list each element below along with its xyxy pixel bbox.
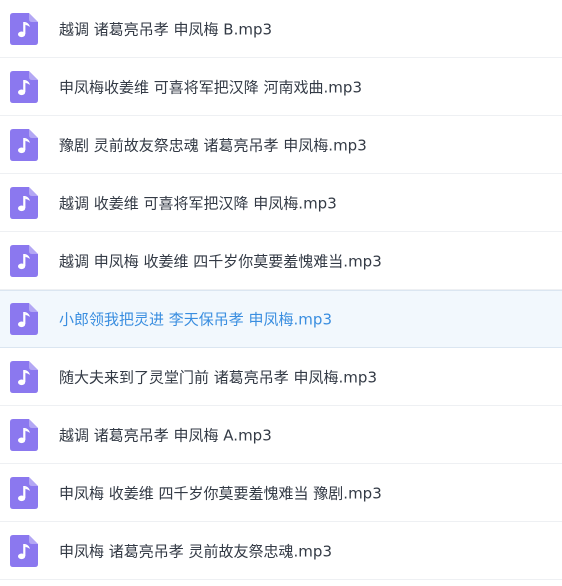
- music-file-icon: [10, 70, 38, 103]
- music-file-icon: [10, 476, 38, 509]
- music-file-icon: [10, 244, 38, 277]
- music-file-icon: [10, 418, 38, 451]
- music-file-icon: [10, 303, 38, 335]
- file-name: 申凤梅 诸葛亮吊孝 灵前故友祭忠魂.mp3: [59, 542, 332, 560]
- file-row[interactable]: 随大夫来到了灵堂门前 诸葛亮吊孝 申凤梅.mp3: [0, 348, 562, 406]
- file-list: 越调 诸葛亮吊孝 申凤梅 B.mp3 申凤梅收姜维 可喜将军把汉降 河南戏曲.m…: [0, 0, 562, 586]
- file-name: 申凤梅 收姜维 四千岁你莫要羞愧难当 豫剧.mp3: [59, 484, 382, 502]
- file-row[interactable]: 申凤梅 诸葛亮吊孝 灵前故友祭忠魂.mp3: [0, 522, 562, 580]
- file-row[interactable]: 越调 诸葛亮吊孝 申凤梅 A.mp3: [0, 406, 562, 464]
- file-row[interactable]: 越调 诸葛亮吊孝 申凤梅 B.mp3: [0, 0, 562, 58]
- file-name: 越调 诸葛亮吊孝 申凤梅 A.mp3: [59, 426, 272, 444]
- file-name: 申凤梅收姜维 可喜将军把汉降 河南戏曲.mp3: [59, 78, 362, 96]
- music-file-icon: [10, 12, 38, 45]
- file-row[interactable]: 越调 申凤梅 收姜维 四千岁你莫要羞愧难当.mp3: [0, 232, 562, 290]
- file-row[interactable]: 申凤梅收姜维 可喜将军把汉降 河南戏曲.mp3: [0, 58, 562, 116]
- file-name: 越调 收姜维 可喜将军把汉降 申凤梅.mp3: [59, 194, 337, 212]
- file-row[interactable]: 申凤梅 收姜维 四千岁你莫要羞愧难当 豫剧.mp3: [0, 464, 562, 522]
- file-row[interactable]: 豫剧 灵前故友祭忠魂 诸葛亮吊孝 申凤梅.mp3: [0, 116, 562, 174]
- file-name: 越调 诸葛亮吊孝 申凤梅 B.mp3: [59, 20, 273, 38]
- file-name: 随大夫来到了灵堂门前 诸葛亮吊孝 申凤梅.mp3: [59, 368, 377, 386]
- file-row[interactable]: 小郎领我把灵进 李天保吊孝 申凤梅.mp3: [0, 290, 562, 348]
- music-file-icon: [10, 360, 38, 393]
- file-name: 小郎领我把灵进 李天保吊孝 申凤梅.mp3: [59, 310, 332, 329]
- music-file-icon: [10, 534, 38, 567]
- music-file-icon: [10, 186, 38, 219]
- file-name: 越调 申凤梅 收姜维 四千岁你莫要羞愧难当.mp3: [59, 252, 382, 270]
- file-row[interactable]: 越调 收姜维 可喜将军把汉降 申凤梅.mp3: [0, 174, 562, 232]
- music-file-icon: [10, 128, 38, 161]
- file-name: 豫剧 灵前故友祭忠魂 诸葛亮吊孝 申凤梅.mp3: [59, 136, 367, 154]
